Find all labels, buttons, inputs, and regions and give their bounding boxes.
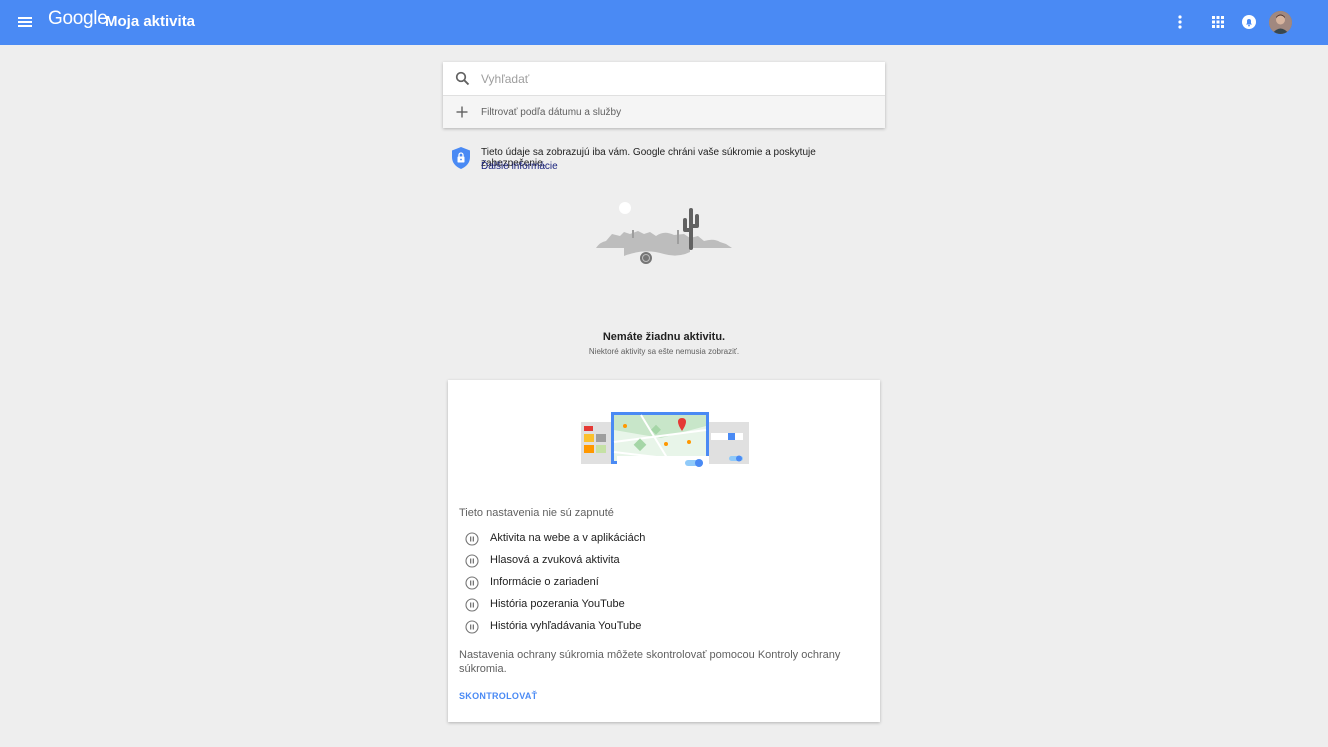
avatar[interactable] xyxy=(1269,11,1292,34)
pause-icon xyxy=(465,554,479,568)
shield-lock-icon xyxy=(452,147,470,169)
apps-grid-icon[interactable] xyxy=(1207,11,1229,33)
google-logo[interactable]: Google xyxy=(48,8,108,30)
search-card: Filtrovať podľa dátumu a služby xyxy=(443,62,885,128)
privacy-checkup-button[interactable]: SKONTROLOVAŤ xyxy=(459,691,537,701)
desert-illustration xyxy=(596,202,732,264)
plus-icon xyxy=(456,106,468,118)
setting-youtube-watch-history[interactable]: História pozerania YouTube xyxy=(465,596,865,614)
settings-card: Tieto nastavenia nie sú zapnuté Aktivita… xyxy=(448,380,880,722)
search-input[interactable] xyxy=(481,68,871,89)
setting-device-information[interactable]: Informácie o zariadení xyxy=(465,574,865,592)
notifications-icon[interactable] xyxy=(1238,11,1260,33)
settings-heading: Tieto nastavenia nie sú zapnuté xyxy=(459,507,614,519)
pause-icon xyxy=(465,598,479,612)
setting-web-app-activity[interactable]: Aktivita na webe a v aplikáciách xyxy=(465,530,865,548)
pause-icon xyxy=(465,620,479,634)
setting-label: Hlasová a zvuková aktivita xyxy=(490,554,620,566)
pause-icon xyxy=(465,576,479,590)
search-icon xyxy=(455,71,470,86)
app-bar: Google Moja aktivita xyxy=(0,0,1328,45)
settings-illustration xyxy=(581,412,749,470)
page-title[interactable]: Moja aktivita xyxy=(105,13,195,30)
setting-label: História pozerania YouTube xyxy=(490,598,625,610)
privacy-checkup-description: Nastavenia ochrany súkromia môžete skont… xyxy=(459,649,841,675)
avatar-image xyxy=(1269,11,1292,34)
learn-more-link[interactable]: Ďalšie informácie xyxy=(481,161,558,172)
empty-state-title: Nemáte žiadnu aktivitu. xyxy=(602,331,726,343)
setting-label: Informácie o zariadení xyxy=(490,576,599,588)
setting-label: História vyhľadávania YouTube xyxy=(490,620,642,632)
filter-label: Filtrovať podľa dátumu a služby xyxy=(481,107,622,118)
search-row[interactable] xyxy=(443,62,885,95)
empty-state-subtitle: Niektoré aktivity sa ešte nemusia zobraz… xyxy=(588,347,740,356)
setting-voice-audio-activity[interactable]: Hlasová a zvuková aktivita xyxy=(465,552,865,570)
setting-label: Aktivita na webe a v aplikáciách xyxy=(490,532,646,544)
filter-by-date-and-service[interactable]: Filtrovať podľa dátumu a služby xyxy=(443,95,885,128)
setting-youtube-search-history[interactable]: História vyhľadávania YouTube xyxy=(465,618,865,636)
more-vert-icon[interactable] xyxy=(1169,11,1191,33)
pause-icon xyxy=(465,532,479,546)
menu-icon[interactable] xyxy=(15,12,35,32)
